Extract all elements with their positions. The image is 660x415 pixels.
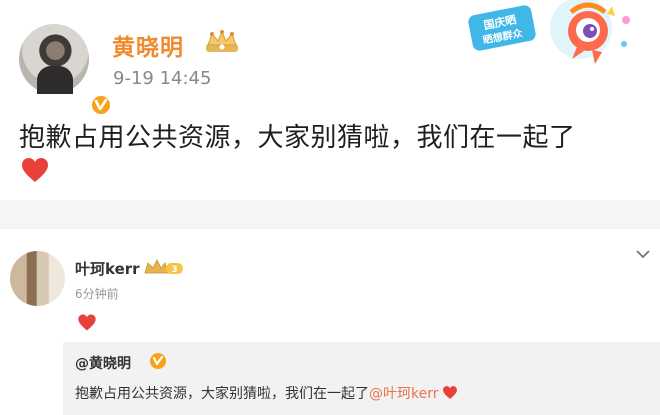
- verified-icon: [90, 94, 112, 116]
- avatar-figure: [37, 66, 73, 94]
- heart-icon: [78, 314, 96, 331]
- quoted-author[interactable]: @黄晓明: [75, 353, 131, 373]
- commenter-name[interactable]: 叶珂kerr: [75, 258, 140, 279]
- quoted-post[interactable]: @黄晓明 抱歉占用公共资源，大家别猜啦，我们在一起了@叶珂kerr: [63, 342, 660, 415]
- crown-icon: [206, 30, 238, 52]
- commenter-avatar[interactable]: [10, 251, 65, 306]
- post-author-name[interactable]: 黄晓明: [112, 28, 184, 62]
- main-post: 黄晓明 9-19 14:45 国庆晒 晒想群众 抱歉占用公共资源，大家别猜啦，我…: [0, 0, 660, 200]
- section-divider: [0, 200, 660, 229]
- event-badge-icon[interactable]: 国庆晒 晒想群众: [466, 0, 636, 68]
- commenter-level: 3: [171, 265, 177, 275]
- crown-icon: 3: [144, 259, 183, 275]
- post-timestamp: 9-19 14:45: [113, 68, 212, 89]
- comment-item: 叶珂kerr 3 6分钟前 @黄晓明 抱歉占用公共资源，大家别猜啦，我们在一起了…: [0, 229, 660, 415]
- post-body-text: 抱歉占用公共资源，大家别猜啦，我们在一起了: [19, 123, 576, 153]
- quoted-text-line: 抱歉占用公共资源，大家别猜啦，我们在一起了@叶珂kerr: [75, 383, 458, 403]
- heart-icon: [22, 158, 48, 182]
- comment-time: 6分钟前: [75, 287, 119, 301]
- mention-link[interactable]: @叶珂kerr: [369, 386, 439, 402]
- verified-icon: [150, 353, 166, 369]
- heart-icon: [442, 386, 457, 399]
- author-avatar[interactable]: [19, 24, 112, 116]
- chevron-down-icon[interactable]: [636, 249, 650, 259]
- quoted-body-text: 抱歉占用公共资源，大家别猜啦，我们在一起了: [75, 386, 369, 402]
